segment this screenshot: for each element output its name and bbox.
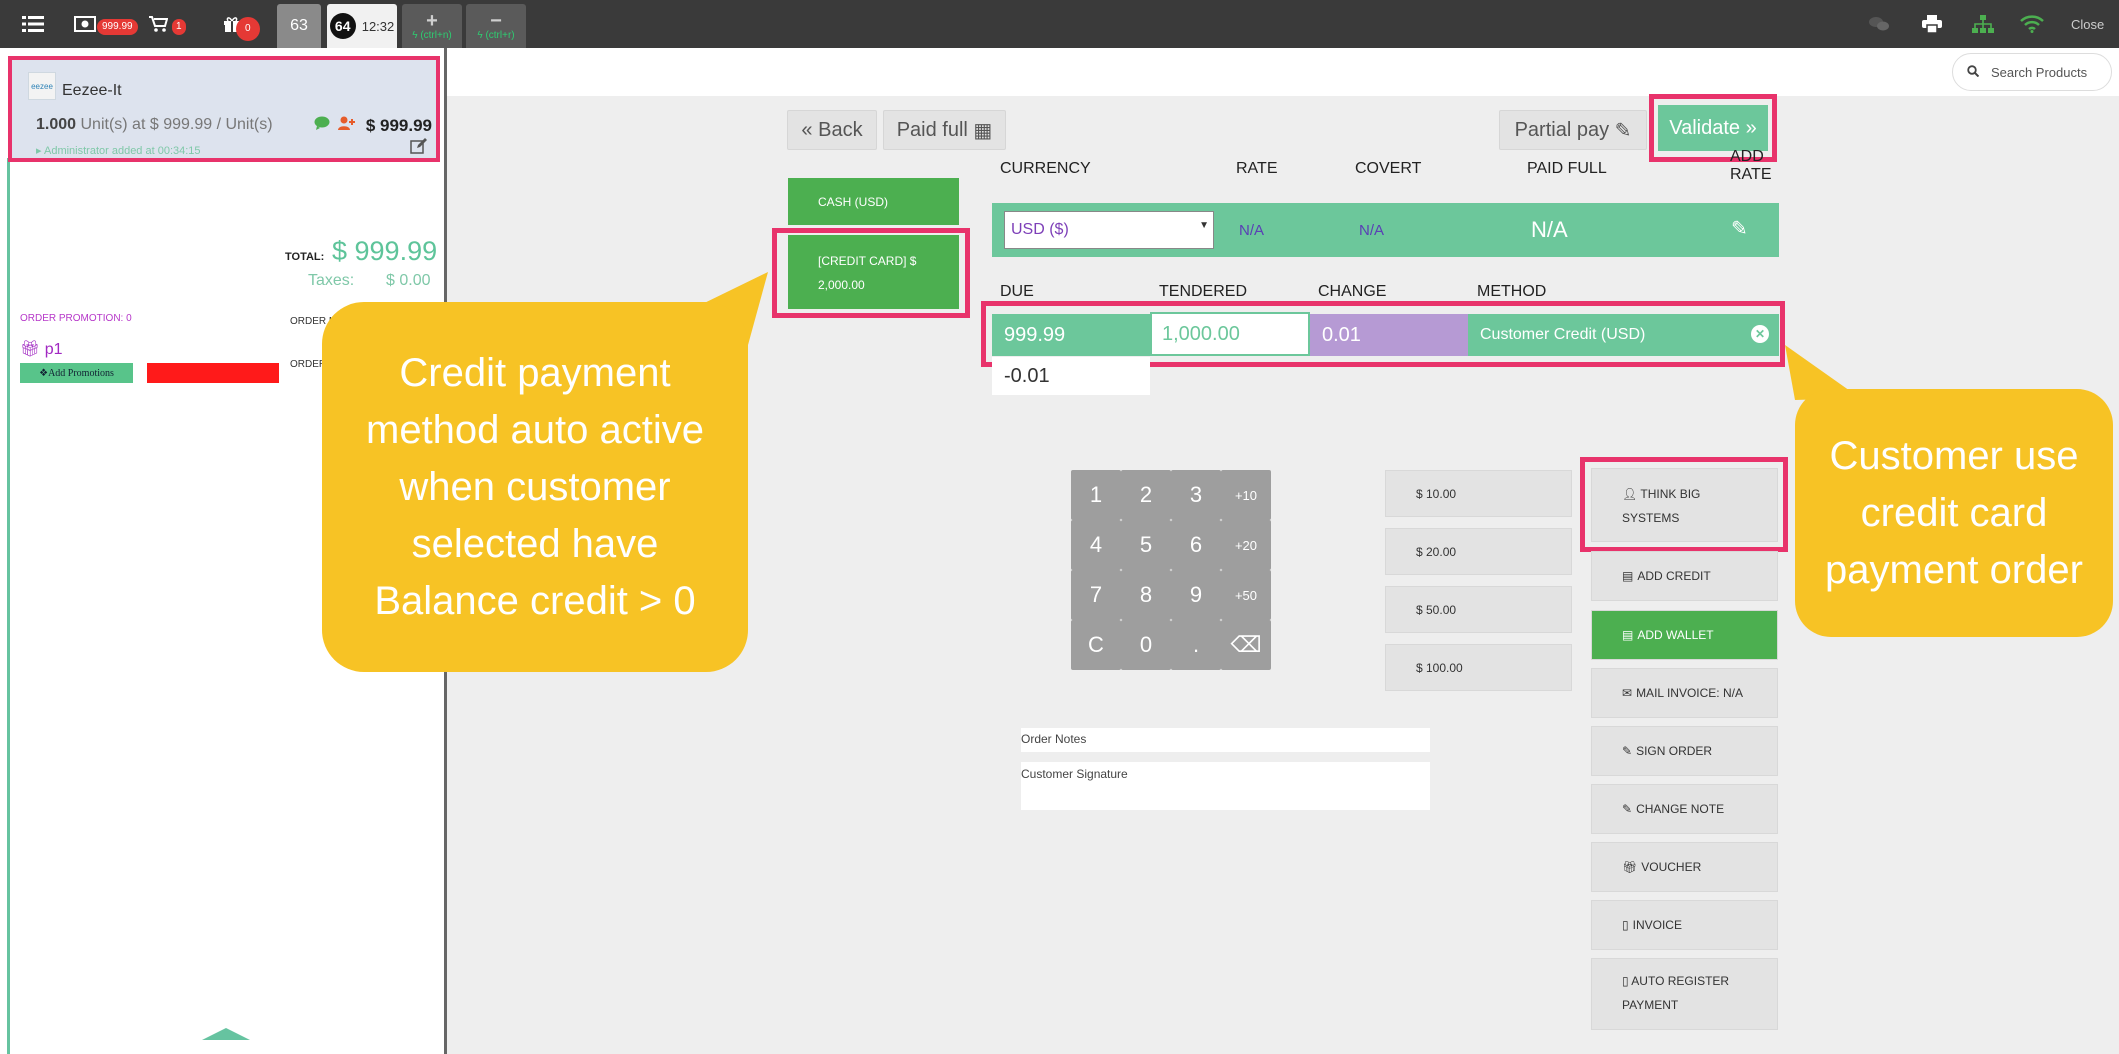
callout-right-text: Customer use credit card payment order [1825,433,2083,592]
callout-left-text: Credit payment method auto active when c… [366,350,704,623]
callout-customer-credit-card: Customer use credit card payment order [1795,389,2113,637]
callout-credit-auto-active: Credit payment method auto active when c… [322,302,748,672]
